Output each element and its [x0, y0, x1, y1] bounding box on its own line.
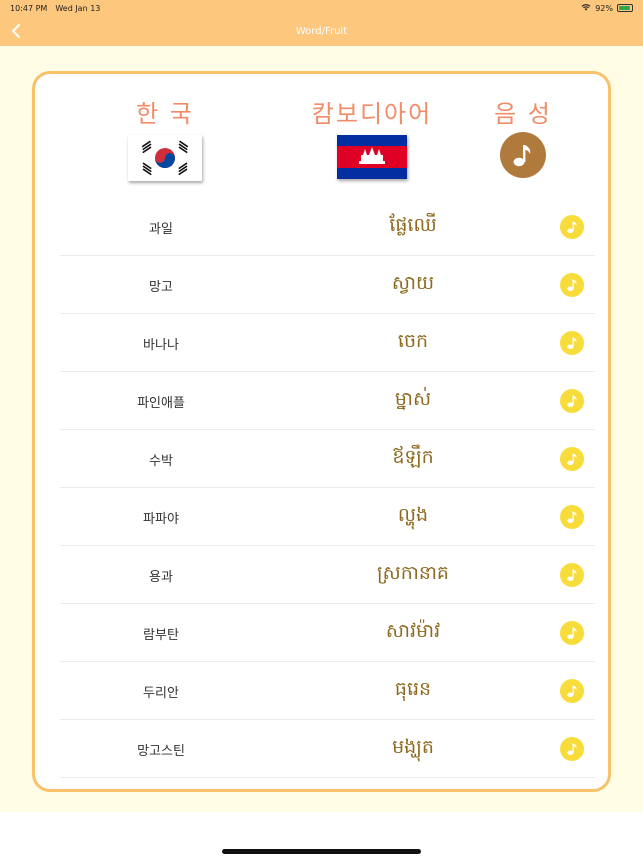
play-sound-button[interactable]: [560, 331, 584, 355]
cambodian-column-header: 캄보디아어: [297, 99, 447, 179]
music-note-icon: [566, 453, 576, 466]
nav-bar: Word/Fruit: [0, 16, 643, 46]
khmer-word: ស្រកានាគ: [377, 562, 449, 584]
khmer-word: មង្ឃុត: [392, 736, 434, 758]
status-time: 10:47 PM: [10, 3, 48, 13]
khmer-word: ល្ហុង: [397, 504, 429, 526]
back-button[interactable]: [6, 20, 26, 42]
word-row: 수박 ឪឡឹក: [60, 430, 595, 488]
music-note-icon: [566, 627, 576, 640]
korean-word: 람부탄: [143, 627, 179, 643]
play-sound-button[interactable]: [560, 737, 584, 761]
korean-word: 용과: [149, 569, 173, 585]
status-date: Wed Jan 13: [55, 3, 101, 13]
word-row: 파인애플 ម្នាស់: [60, 372, 595, 430]
word-list: 과일 ផ្លែឈើ 망고 ស្វាយ 바나나 ចេក 파인애플 ម្នាស់ 수박 ឪឡឹក 파파야…: [60, 198, 595, 778]
wifi-icon: [581, 3, 591, 13]
korean-word: 바나나: [143, 337, 179, 353]
play-sound-button[interactable]: [560, 679, 584, 703]
music-note-icon: [566, 511, 576, 524]
music-note-icon: [566, 685, 576, 698]
music-note-icon: [566, 569, 576, 582]
korean-column-header: 한 국: [115, 99, 215, 181]
korean-word: 파파야: [143, 511, 179, 527]
chevron-left-icon: [12, 24, 20, 38]
play-sound-button[interactable]: [560, 273, 584, 297]
khmer-word: ម្នាស់: [394, 388, 432, 410]
music-note-icon: [566, 743, 576, 756]
word-card: 한 국 캄보디아어 음 성 과일 ផ្លែឈើ 망고 ស្វាយ 바나나 ចេក…: [32, 71, 611, 792]
status-bar: 10:47 PM Wed Jan 13 92%: [0, 0, 643, 16]
word-row: 망고스틴 មង្ឃុត: [60, 720, 595, 778]
column-header: 한 국 캄보디아어 음 성: [35, 99, 608, 189]
battery-percent: 92%: [595, 3, 613, 13]
korea-flag-icon: [128, 135, 202, 181]
khmer-word: ស្វាយ: [391, 272, 435, 294]
khmer-word: សាវម៉ាវ: [385, 620, 441, 642]
home-indicator[interactable]: [222, 849, 421, 854]
korean-word: 두리안: [143, 685, 179, 701]
korean-word: 망고: [149, 279, 173, 295]
play-sound-button[interactable]: [560, 389, 584, 413]
word-row: 람부탄 សាវម៉ាវ: [60, 604, 595, 662]
music-note-icon: [566, 337, 576, 350]
khmer-word: ធុរេន: [394, 678, 432, 700]
word-row: 망고 ស្វាយ: [60, 256, 595, 314]
korean-word: 파인애플: [137, 395, 185, 411]
music-note-icon: [513, 145, 531, 167]
play-sound-button[interactable]: [560, 505, 584, 529]
khmer-word: ឪឡឹក: [392, 446, 434, 468]
music-note-icon: [566, 395, 576, 408]
play-sound-button[interactable]: [560, 563, 584, 587]
korean-word: 과일: [149, 221, 173, 237]
khmer-word: ចេក: [397, 330, 429, 352]
korean-word: 망고스틴: [137, 743, 185, 759]
music-note-icon: [566, 279, 576, 292]
word-row: 과일 ផ្លែឈើ: [60, 198, 595, 256]
word-row: 바나나 ចេក: [60, 314, 595, 372]
word-row: 두리안 ធុរេន: [60, 662, 595, 720]
play-sound-button[interactable]: [560, 215, 584, 239]
battery-icon: [617, 4, 633, 12]
cambodian-header-label: 캄보디아어: [311, 100, 433, 128]
khmer-word: ផ្លែឈើ: [389, 214, 437, 236]
play-sound-button[interactable]: [560, 447, 584, 471]
korean-header-label: 한 국: [136, 100, 194, 128]
nav-title: Word/Fruit: [295, 25, 348, 37]
play-sound-button[interactable]: [560, 621, 584, 645]
word-row: 용과 ស្រកានាគ: [60, 546, 595, 604]
play-all-button[interactable]: [500, 132, 546, 178]
music-note-icon: [566, 221, 576, 234]
word-row: 파파야 ល្ហុង: [60, 488, 595, 546]
audio-header-label: 음 성: [494, 100, 552, 128]
audio-column-header: 음 성: [483, 99, 563, 178]
korean-word: 수박: [149, 453, 173, 469]
cambodia-flag-icon: [337, 135, 407, 179]
